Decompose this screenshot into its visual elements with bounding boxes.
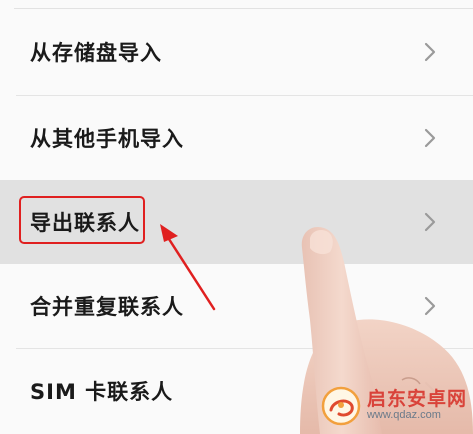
watermark-site-name: 启东安卓网 [366, 388, 467, 411]
chevron-right-icon [424, 42, 436, 62]
menu-item-label: 从存储盘导入 [30, 41, 162, 65]
menu-item-label: 合并重复联系人 [30, 295, 184, 319]
menu-item-label: SIM 卡联系人 [30, 380, 174, 404]
watermark-logo-icon [321, 386, 361, 426]
menu-item-import-from-storage[interactable]: 从存储盘导入 [0, 10, 473, 94]
contacts-import-export-screen: 从存储盘导入 从其他手机导入 导出联系人 合并重复联系人 SIM 卡联系人 启东… [0, 0, 473, 434]
watermark-url: www.qdaz.com [366, 409, 441, 422]
menu-item-merge-duplicates[interactable]: 合并重复联系人 [0, 264, 473, 348]
watermark-text: 启东安卓网 www.qdaz.com [366, 388, 467, 422]
chevron-right-icon [424, 128, 436, 148]
menu-item-label: 从其他手机导入 [30, 127, 184, 151]
chevron-right-icon [424, 212, 436, 232]
top-divider [14, 8, 473, 9]
annotation-highlight-box [19, 196, 145, 244]
menu-item-import-from-other-phone[interactable]: 从其他手机导入 [0, 96, 473, 180]
chevron-right-icon [424, 296, 436, 316]
watermark: 启东安卓网 www.qdaz.com [321, 386, 467, 426]
